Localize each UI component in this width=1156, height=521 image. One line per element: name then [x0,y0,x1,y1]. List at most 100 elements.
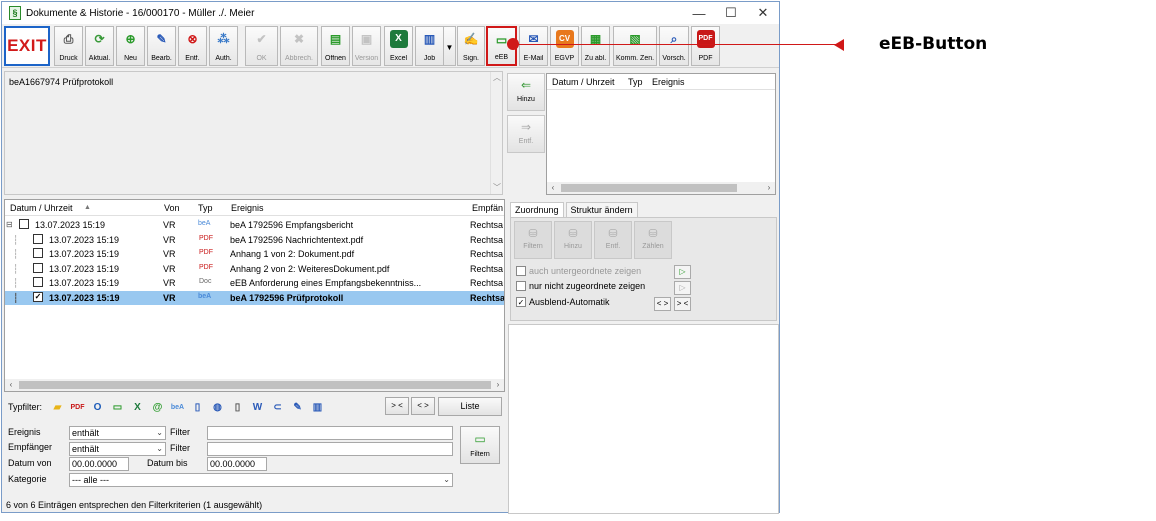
excel-icon[interactable]: X [129,399,146,416]
column-header-type[interactable]: Typ [193,203,213,213]
apply-filter-button[interactable]: ▭ Filtern [460,426,500,464]
table-row[interactable]: ⊟ 13.07.2023 15:19 VR beA beA 1792596 Em… [5,218,504,233]
nav-prev-button[interactable]: < > [654,297,671,311]
recipient-filter-input[interactable] [207,442,453,456]
scroll-right-icon[interactable]: › [492,379,504,391]
column-header-event[interactable]: Ereignis [226,203,264,213]
checkbox[interactable] [516,266,526,276]
table-row-selected[interactable]: ┆ ✓ 13.07.2023 15:19 VR beA beA 1792596 … [5,290,504,305]
tab-assignment[interactable]: Zuordnung [510,202,564,217]
excel-button[interactable]: X Excel [384,26,413,66]
collapse-button[interactable]: < > [411,397,435,415]
open-folder-icon[interactable]: ▭ [109,399,126,416]
date-from-input[interactable]: 00.00.0000 [69,457,129,471]
close-button[interactable]: ✕ [747,2,779,24]
attachment-icon[interactable]: ▥ [309,399,326,416]
column-header[interactable]: Ereignis [647,77,685,87]
checkbox-checked[interactable]: ✓ [516,297,526,307]
column-header-date[interactable]: Datum / Uhrzeit [5,203,73,213]
job-button[interactable]: ▥ Job [415,26,444,66]
scroll-left-icon[interactable]: ‹ [547,182,559,194]
scroll-right-icon[interactable]: › [763,182,775,194]
remove-button[interactable]: ⇒ Entf. [507,115,545,153]
row-checkbox[interactable] [33,233,43,244]
category-select[interactable]: --- alle --- ⌄ [69,473,453,487]
add-assign-button[interactable]: ⛁ Hinzu [554,221,592,259]
preview-button[interactable]: ⌕ Vorsch. [659,26,689,66]
document-icon[interactable]: ▯ [189,399,206,416]
row-checkbox-checked[interactable]: ✓ [33,291,43,302]
history-hscrollbar[interactable]: ‹ › [547,182,775,194]
pen-icon[interactable]: ✎ [289,399,306,416]
table-row[interactable]: ┆ 13.07.2023 15:19 VR PDF beA 1792596 Na… [5,233,504,248]
column-header-from[interactable]: Von [159,203,180,213]
version-button[interactable]: ▣ Version [352,26,381,66]
globe-icon[interactable]: ◍ [209,399,226,416]
scroll-down-icon[interactable]: ﹀ [491,182,503,194]
minimize-button[interactable]: — [683,2,715,24]
filter-assign-button[interactable]: ⛁ Filtern [514,221,552,259]
remove-assign-button[interactable]: ⛁ Entf. [594,221,632,259]
row-checkbox[interactable] [33,248,43,258]
row-checkbox[interactable] [33,277,43,287]
document-grid[interactable]: Datum / Uhrzeit ▲ Von Typ Ereignis Empfä… [4,199,505,392]
email-button[interactable]: ✉ E-Mail [519,26,548,66]
word-icon[interactable]: W [249,399,266,416]
row-checkbox[interactable] [33,262,43,273]
new-button[interactable]: ⊕ Neu [116,26,145,66]
file-away-button[interactable]: ▦ Zu abl. [581,26,610,66]
option-auto-hide[interactable]: ✓ Ausblend-Automatik [516,297,610,307]
date-to-input[interactable]: 00.00.0000 [207,457,267,471]
checkbox[interactable] [516,281,526,291]
bea-icon[interactable]: beA [169,399,186,416]
column-header-recipient[interactable]: Empfän [467,203,503,213]
edit-button[interactable]: ✎ Bearb. [147,26,176,66]
play-icon[interactable]: ▷ [674,265,691,279]
delete-button[interactable]: ⊗ Entf. [178,26,207,66]
preview-text-area[interactable]: beA1667974 Prüfprotokoll ︿ ﹀ [4,71,503,195]
table-row[interactable]: ┆ 13.07.2023 15:19 VR PDF Anhang 2 von 2… [5,262,504,277]
open-button[interactable]: ▤ Öffnen [321,26,350,66]
sign-button[interactable]: ✍ Sign. [457,26,485,66]
play-disabled-icon[interactable]: ▷ [674,281,691,295]
at-icon[interactable]: @ [149,399,166,416]
link-icon[interactable]: ⊂ [269,399,286,416]
cancel-button[interactable]: ✖ Abbrech. [280,26,318,66]
auth-button[interactable]: ⁂ Auth. [209,26,238,66]
history-grid[interactable]: Datum / Uhrzeit Typ Ereignis ‹ › [546,73,776,195]
option-unassigned[interactable]: nur nicht zugeordnete zeigen [516,281,645,291]
scroll-up-icon[interactable]: ︿ [491,72,503,84]
nav-next-button[interactable]: > < [674,297,691,311]
comm-center-button[interactable]: ▧ Komm. Zen. [613,26,657,66]
expand-button[interactable]: > < [385,397,409,415]
add-button[interactable]: ⇐ Hinzu [507,73,545,111]
column-header[interactable]: Typ [623,77,647,87]
page-icon[interactable]: ▯ [229,399,246,416]
event-operator-select[interactable]: enthält ⌄ [69,426,166,440]
maximize-button[interactable]: ☐ [715,2,747,24]
event-filter-input[interactable] [207,426,453,440]
egvp-button[interactable]: CV EGVP [550,26,579,66]
scroll-left-icon[interactable]: ‹ [5,379,17,391]
job-dropdown-button[interactable]: ▼ [444,26,456,66]
scroll-thumb[interactable] [19,381,491,389]
print-button[interactable]: ⎙ Druck [54,26,83,66]
option-subordinate[interactable]: auch untergeordnete zeigen [516,266,641,276]
document-hscrollbar[interactable]: ‹ › [5,379,504,391]
column-header[interactable]: Datum / Uhrzeit [547,77,623,87]
collapse-icon[interactable]: ⊟ [6,220,13,229]
ok-button[interactable]: ✔ OK [245,26,278,66]
count-assign-button[interactable]: ⛁ Zählen [634,221,672,259]
row-checkbox[interactable] [19,219,29,229]
pdf-icon[interactable]: PDF [69,399,86,416]
tab-structure[interactable]: Struktur ändern [565,202,638,217]
table-row[interactable]: ┆ 13.07.2023 15:19 VR Doc eEB Anforderun… [5,276,504,291]
outlook-icon[interactable]: O [89,399,106,416]
exit-button[interactable]: EXIT [4,26,50,66]
table-row[interactable]: ┆ 13.07.2023 15:19 VR PDF Anhang 1 von 2… [5,247,504,262]
scroll-thumb[interactable] [561,184,737,192]
folder-icon[interactable]: ▰ [49,399,66,416]
list-button[interactable]: Liste [438,397,502,416]
refresh-button[interactable]: ⟳ Aktual. [85,26,114,66]
pdf-button[interactable]: PDF PDF [691,26,720,66]
